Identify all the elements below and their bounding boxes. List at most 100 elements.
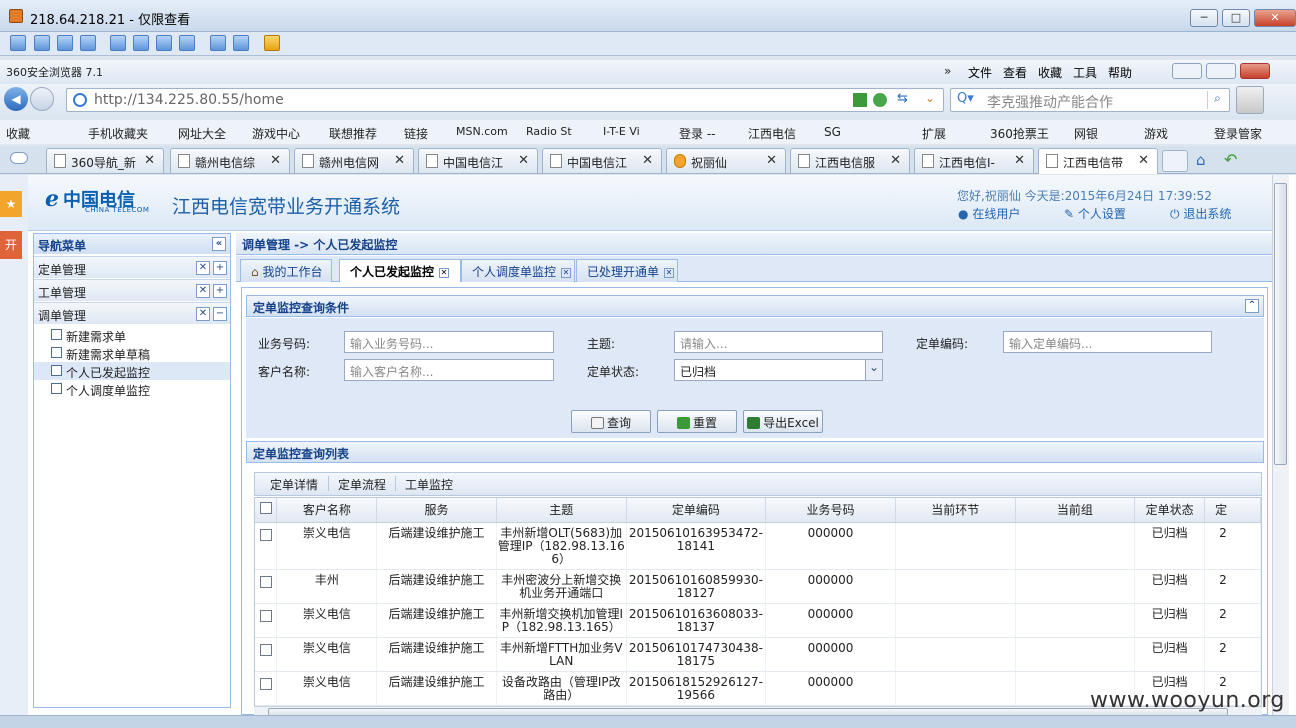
tab-close-icon[interactable]: ✕ [144,153,155,168]
tab-close-icon[interactable]: ✕ [518,153,529,168]
tab-workbench[interactable]: ⌂ 我的工作台 [240,259,332,282]
table-row[interactable]: 崇义电信 后端建设维护施工 丰州新增交换机加管理IP（182.98.13.165… [255,603,1261,638]
menu-help[interactable]: 帮助 [1108,64,1132,81]
profile-link[interactable]: ✎ 个人设置 [1064,205,1126,222]
compat-icon[interactable]: ⇆ [897,91,908,106]
message-icon[interactable] [80,35,96,51]
favorites-item[interactable]: 江西电信 [748,125,796,142]
search-engine-icon[interactable]: Q▾ [957,91,974,106]
order-code-input[interactable]: 输入定单编码... [1003,331,1212,353]
screen-icon[interactable] [10,35,26,51]
refresh-icon[interactable] [873,93,887,107]
back-icon[interactable]: ◀ [4,87,28,111]
tab-close-icon[interactable]: ✕ [270,153,281,168]
copy-icon[interactable] [210,35,226,51]
select-all-checkbox[interactable] [259,502,272,515]
cloud-icon[interactable] [10,152,28,164]
tab-close-icon[interactable]: ✕ [642,153,653,168]
browser-tab[interactable]: 江西电信服 ✕ [790,148,910,173]
tab-close-icon[interactable]: ✕ [561,268,572,278]
browser-tab[interactable]: 江西电信I- ✕ [914,148,1034,173]
order-status-select[interactable]: 已归档 ⌄ [674,359,883,381]
column-header[interactable]: 定单状态 [1134,498,1206,523]
tab-close-icon[interactable]: ✕ [439,268,450,278]
select-all-checkbox-cell[interactable] [255,498,278,523]
nav-item-my-monitor[interactable]: 个人已发起监控 [34,362,230,380]
favorites-item[interactable]: I-T-E Vi [603,125,640,138]
logout-link[interactable]: ⏻ 退出系统 [1170,205,1231,222]
close-icon[interactable]: ✕ [196,261,210,275]
tab-close-icon[interactable]: ✕ [1014,153,1025,168]
column-header[interactable]: 当前环节 [895,498,1016,523]
qr-icon[interactable] [853,93,867,107]
row-checkbox-cell[interactable] [255,671,278,706]
maximize-button[interactable]: □ [1222,9,1250,27]
menu-favorites[interactable]: 收藏 [1038,64,1062,81]
browser-tab[interactable]: 中国电信江 ✕ [418,148,538,173]
forward-icon[interactable] [30,87,54,111]
collapse-group-icon[interactable]: − [213,307,227,321]
tab-processed[interactable]: 已处理开通单 ✕ [576,259,678,282]
browser-tab-active[interactable]: 江西电信带 ✕ [1038,148,1158,174]
search-input[interactable]: 李克强推动产能合作 [987,92,1113,112]
close-button[interactable]: ✕ [1254,9,1296,27]
order-detail-button[interactable]: 定单详情 [270,476,318,493]
close-icon[interactable]: ✕ [196,284,210,298]
favorites-item[interactable]: MSN.com [456,125,508,138]
favorites-item[interactable]: Radio St [526,125,572,138]
subject-input[interactable]: 请输入... [674,331,883,353]
search-button[interactable]: 查询 [571,410,651,433]
favorites-item[interactable]: 手机收藏夹 [88,125,148,142]
nav-item-dispatch-monitor[interactable]: 个人调度单监控 [34,380,230,398]
favorites-item[interactable]: 收藏 [6,125,30,142]
new-tab-button[interactable] [1162,150,1188,172]
browser-tab[interactable]: 360导航_新 ✕ [46,148,164,173]
side-tab[interactable]: 开 [0,231,22,259]
favorites-item[interactable]: 游戏 [1144,125,1168,142]
row-checkbox-cell[interactable] [255,522,278,570]
column-header[interactable]: 主题 [496,498,627,523]
expand-icon[interactable]: + [213,261,227,275]
row-checkbox[interactable] [259,643,272,656]
row-checkbox-cell[interactable] [255,603,278,638]
dropdown-icon[interactable]: ⌄ [919,91,941,109]
workorder-monitor-button[interactable]: 工单监控 [405,476,453,493]
row-checkbox-cell[interactable] [255,569,278,604]
column-header[interactable]: 业务号码 [765,498,896,523]
reset-button[interactable]: 重置 [657,410,737,433]
row-checkbox[interactable] [259,609,272,622]
table-row[interactable]: 崇义电信 后端建设维护施工 丰州新增OLT(5683)加管理IP（182.98.… [255,522,1261,570]
home-icon[interactable]: ⌂ [1196,151,1206,169]
tab-close-icon[interactable]: ✕ [890,153,901,168]
view-icon[interactable] [110,35,126,51]
column-header[interactable]: 当前组 [1015,498,1136,523]
browser-restore-button[interactable] [1206,63,1236,79]
order-flow-button[interactable]: 定单流程 [338,476,386,493]
tools-icon[interactable] [233,35,249,51]
fit-icon[interactable] [179,35,195,51]
search-icon[interactable]: ⌕ [1207,91,1227,109]
search-box[interactable]: Q▾ 李克强推动产能合作 ⌕ [950,88,1230,112]
table-row[interactable]: 崇义电信 后端建设维护施工 丰州新增FTTH加业务VLAN 2015061017… [255,637,1261,672]
close-icon[interactable]: ✕ [196,307,210,321]
chat-icon[interactable] [34,35,50,51]
nav-group-order[interactable]: 定单管理 ✕ + [34,256,230,278]
tab-dispatch-monitor[interactable]: 个人调度单监控 ✕ [461,259,575,282]
favorites-item[interactable]: 360抢票王 [990,125,1049,142]
favorites-item[interactable]: 网银 [1074,125,1098,142]
star-icon[interactable]: ★ [0,191,22,217]
column-header[interactable]: 定单编码 [626,498,767,523]
minimize-button[interactable]: ─ [1190,9,1218,27]
phone-icon[interactable] [57,35,73,51]
nav-item-new-request[interactable]: 新建需求单 [34,326,230,344]
favorites-item[interactable]: SG [824,125,841,139]
collapse-icon[interactable]: « [212,237,226,251]
menu-view[interactable]: 查看 [1003,64,1027,81]
user-avatar[interactable] [1236,86,1264,114]
tab-close-icon[interactable]: ✕ [394,153,405,168]
browser-close-button[interactable] [1240,63,1270,79]
tab-close-icon[interactable]: ✕ [766,153,777,168]
browser-tab[interactable]: 祝丽仙 ✕ [666,148,786,173]
business-number-input[interactable]: 输入业务号码... [344,331,554,353]
tab-my-monitor[interactable]: 个人已发起监控 ✕ [339,259,461,282]
